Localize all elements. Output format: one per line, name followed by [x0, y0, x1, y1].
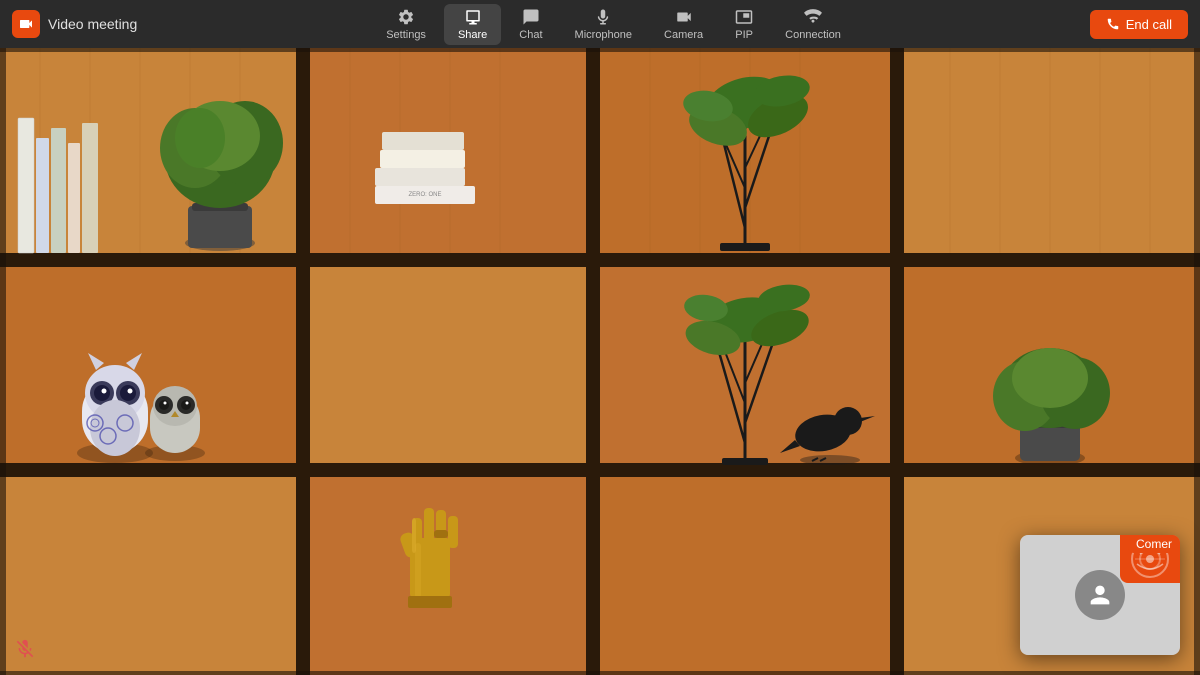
participant-name: Comer — [1128, 535, 1180, 553]
settings-icon — [397, 8, 415, 26]
mic-muted-icon — [14, 638, 36, 660]
end-call-icon — [1106, 17, 1120, 31]
mic-muted-indicator — [14, 638, 36, 665]
chat-button[interactable]: Chat — [505, 4, 556, 45]
connection-button[interactable]: Connection — [771, 4, 855, 45]
pip-icon — [735, 8, 753, 26]
pip-label: PIP — [735, 29, 753, 41]
microphone-label: Microphone — [575, 29, 632, 41]
chat-icon — [522, 8, 540, 26]
pip-window[interactable]: Comer — [1020, 535, 1180, 655]
end-call-label: End call — [1126, 17, 1172, 32]
connection-label: Connection — [785, 29, 841, 41]
topbar: Video meeting Settings Share Chat — [0, 0, 1200, 48]
app-title: Video meeting — [48, 16, 137, 32]
topbar-right: End call — [1090, 10, 1188, 39]
person-icon — [1086, 581, 1114, 609]
pip-button[interactable]: PIP — [721, 4, 767, 45]
microphone-icon — [594, 8, 612, 26]
microphone-button[interactable]: Microphone — [561, 4, 646, 45]
connection-icon — [804, 8, 822, 26]
end-call-button[interactable]: End call — [1090, 10, 1188, 39]
topbar-center: Settings Share Chat Microphone — [372, 4, 855, 45]
share-button[interactable]: Share — [444, 4, 501, 45]
main-video-area: WILD THING ZERO: ONE — [0, 48, 1200, 675]
settings-button[interactable]: Settings — [372, 4, 440, 45]
camera-icon — [675, 8, 693, 26]
svg-text:ZERO: ONE: ZERO: ONE — [408, 192, 441, 198]
settings-label: Settings — [386, 29, 426, 41]
share-icon — [464, 8, 482, 26]
camera-button[interactable]: Camera — [650, 4, 717, 45]
camera-label: Camera — [664, 29, 703, 41]
chat-label: Chat — [519, 29, 542, 41]
pip-avatar — [1075, 570, 1125, 620]
app-logo — [12, 10, 40, 38]
topbar-left: Video meeting — [12, 10, 137, 38]
share-label: Share — [458, 29, 487, 41]
